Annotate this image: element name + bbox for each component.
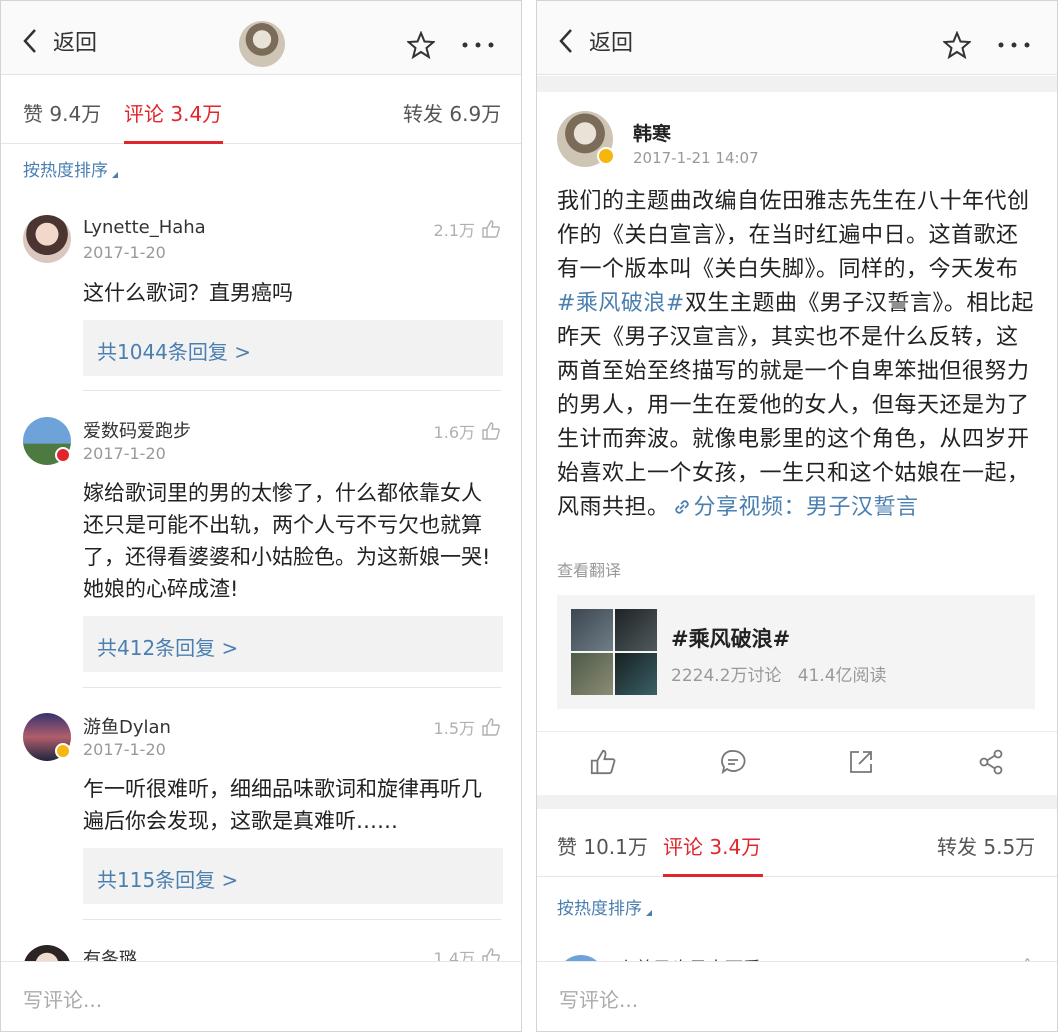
tab-reposts[interactable]: 转发 6.9万 (403, 98, 501, 127)
nav-bar: 返回 (1, 1, 521, 75)
star-icon[interactable] (407, 31, 435, 59)
back-label: 返回 (589, 31, 634, 56)
verified-badge (55, 743, 71, 759)
verified-badge (55, 447, 71, 463)
more-icon[interactable] (461, 31, 495, 59)
comment-date: 2017-1-20 (83, 740, 166, 759)
topic-thumbnail (571, 653, 613, 695)
back-label: 返回 (53, 31, 98, 56)
back-button[interactable]: 返回 (21, 25, 97, 57)
divider (83, 687, 501, 688)
post-text-part: 我们的主题曲改编自佐田雅志先生在八十年代创作的《关白宣言》，在当时红遍中日。这首… (557, 189, 1030, 282)
tab-reposts[interactable]: 转发 5.5万 (937, 831, 1035, 860)
thumb-up-icon (482, 718, 500, 736)
video-link[interactable]: 分享视频：男子汉誓言 (670, 495, 919, 520)
sort-triangle-icon (646, 910, 652, 916)
link-icon (674, 500, 689, 514)
topic-reads: 41.4亿阅读 (797, 666, 887, 686)
comment-text: 乍一听很难听，细细品味歌词和旋律再听几遍后你会发现，这歌是真难听…… (83, 777, 482, 833)
avatar[interactable] (23, 215, 71, 263)
tab-comments[interactable]: 评论 3.4万 (663, 831, 761, 860)
divider (83, 390, 501, 391)
right-screen: 返回 韩寒 2017-1-21 14:07 我们的主题曲改编自佐田雅志先生在八十… (536, 0, 1058, 1032)
sort-label: 按热度排序 (557, 899, 642, 919)
topic-thumbnail (571, 609, 613, 651)
topic-discussions: 2224.2万讨论 (671, 666, 782, 686)
post-body: 我们的主题曲改编自佐田雅志先生在八十年代创作的《关白宣言》，在当时红遍中日。这首… (557, 185, 1035, 525)
topic-stats: 2224.2万讨论 41.4亿阅读 (671, 661, 887, 686)
topic-title: #乘风破浪# (671, 627, 791, 651)
more-icon[interactable] (997, 31, 1031, 59)
share-icon[interactable] (977, 748, 1005, 776)
comment-username[interactable]: 爱数码爱跑步 (83, 417, 191, 443)
thumb-up-icon (482, 220, 500, 238)
comment-icon[interactable] (719, 748, 747, 776)
back-button[interactable]: 返回 (557, 25, 633, 57)
reply-summary-link[interactable]: 共1044条回复 > (83, 320, 503, 376)
tab-comments[interactable]: 评论 3.4万 (124, 98, 222, 127)
thumb-up-icon[interactable] (589, 748, 617, 776)
sort-toggle[interactable]: 按热度排序 (557, 894, 652, 919)
tab-bar: 赞 9.4万 评论 3.4万 转发 6.9万 (1, 76, 521, 144)
tab-active-underline (663, 874, 763, 877)
back-icon (559, 29, 572, 53)
tab-likes[interactable]: 赞 10.1万 (557, 831, 648, 860)
reply-summary-link[interactable]: 共412条回复 > (83, 616, 503, 672)
verified-badge (597, 147, 615, 165)
comment-input-placeholder[interactable]: 写评论... (23, 984, 102, 1013)
comment-like-button[interactable]: 2.1万 (434, 217, 501, 241)
like-count: 1.6万 (433, 423, 475, 442)
comment-input-placeholder[interactable]: 写评论... (559, 984, 638, 1013)
like-count: 2.1万 (433, 221, 475, 240)
sort-toggle[interactable]: 按热度排序 (23, 156, 118, 181)
divider (83, 919, 501, 920)
section-gap (537, 795, 1057, 809)
repost-icon[interactable] (847, 748, 875, 776)
post-author-name[interactable]: 韩寒 (633, 119, 671, 146)
comment-date: 2017-1-20 (83, 444, 166, 463)
translate-link[interactable]: 查看翻译 (557, 557, 621, 581)
post-hashtag-link[interactable]: #乘风破浪# (557, 291, 685, 316)
post-time: 2017-1-21 14:07 (633, 149, 759, 167)
topic-card[interactable]: #乘风破浪# 2224.2万讨论 41.4亿阅读 (557, 595, 1035, 709)
back-icon (23, 29, 36, 53)
comment-input-bar[interactable]: 写评论... (1, 961, 521, 1031)
topic-thumbnail (615, 653, 657, 695)
comment-like-button[interactable]: 1.6万 (434, 419, 501, 443)
tab-active-underline (124, 141, 223, 144)
left-screen: 返回 赞 9.4万 评论 3.4万 转发 6.9万 按热度排序 Lynette_… (0, 0, 522, 1032)
thumb-up-icon (482, 422, 500, 440)
video-link-label: 分享视频：男子汉誓言 (693, 495, 919, 520)
author-avatar[interactable] (239, 21, 285, 67)
sort-triangle-icon (112, 172, 118, 178)
comment-date: 2017-1-20 (83, 243, 166, 262)
sort-label: 按热度排序 (23, 161, 108, 181)
comment-like-button[interactable]: 1.5万 (434, 715, 501, 739)
post-text-part: 双生主题曲《男子汉誓言》。相比起昨天《男子汉宣言》，其实也不是什么反转，这两首至… (557, 291, 1034, 520)
reply-summary-link[interactable]: 共115条回复 > (83, 848, 503, 904)
tab-bar: 赞 10.1万 评论 3.4万 转发 5.5万 (537, 809, 1057, 877)
comment-username[interactable]: Lynette_Haha (83, 217, 206, 238)
post-action-bar (537, 731, 1057, 795)
section-gap (537, 76, 1057, 92)
like-count: 1.5万 (433, 719, 475, 738)
nav-bar: 返回 (537, 1, 1057, 75)
topic-thumbnail (615, 609, 657, 651)
comment-text: 嫁给歌词里的男的太惨了，什么都依靠女人还只是可能不出轨，两个人亏不亏欠也就算了，… (83, 481, 491, 601)
comment-text: 这什么歌词？直男癌吗 (83, 281, 293, 305)
comment-input-bar[interactable]: 写评论... (537, 961, 1057, 1031)
comment-username[interactable]: 游鱼Dylan (83, 713, 171, 739)
star-icon[interactable] (943, 31, 971, 59)
tab-likes[interactable]: 赞 9.4万 (23, 98, 101, 127)
